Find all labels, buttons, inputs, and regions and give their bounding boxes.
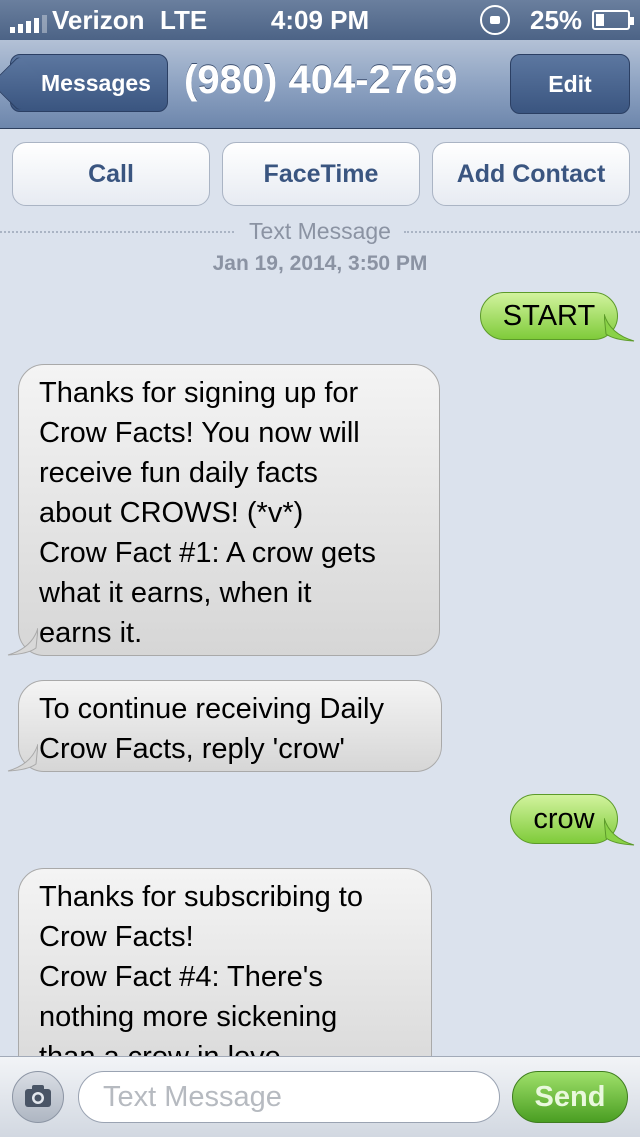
camera-icon — [25, 1085, 51, 1107]
message-line: what it earns, when it — [39, 577, 312, 609]
message-line: about CROWS! (*v*) — [39, 497, 304, 529]
incoming-message[interactable]: To continue receiving Daily Crow Facts, … — [18, 680, 442, 772]
send-button[interactable]: Send — [512, 1071, 628, 1123]
battery-icon — [592, 10, 634, 30]
messages-back-button[interactable]: Messages — [10, 54, 168, 112]
incoming-bubble-tail — [7, 744, 38, 772]
status-bar: Verizon LTE 4:09 PM 25% — [0, 0, 640, 40]
conversation-title: (980) 404-2769 — [184, 58, 458, 102]
back-button-label: Messages — [41, 69, 151, 96]
message-text: START — [502, 300, 596, 332]
call-button[interactable]: Call — [12, 142, 210, 206]
outgoing-bubble-tail — [604, 818, 635, 846]
message-line: To continue receiving Daily — [39, 693, 384, 725]
message-line: nothing more sickening — [39, 1001, 338, 1033]
battery-percentage: 25% — [530, 5, 583, 35]
message-line: Thanks for subscribing to — [39, 881, 363, 913]
outgoing-bubble-tail — [604, 314, 635, 342]
message-line: receive fun daily facts — [39, 457, 318, 489]
outgoing-message[interactable]: START — [480, 292, 618, 340]
navigation-bar: Messages (980) 404-2769 Edit — [0, 40, 640, 129]
rotation-lock-icon — [480, 5, 510, 35]
message-text: crow — [533, 803, 595, 835]
thread-date: Jan 19, 2014, 3:50 PM — [212, 252, 428, 275]
message-line: Crow Fact #4: There's — [39, 961, 323, 993]
camera-button[interactable] — [12, 1071, 64, 1123]
edit-button[interactable]: Edit — [510, 54, 630, 114]
message-input[interactable] — [78, 1071, 500, 1123]
facetime-button[interactable]: FaceTime — [222, 142, 420, 206]
message-line: Crow Facts, reply 'crow' — [39, 733, 345, 765]
outgoing-message[interactable]: crow — [510, 794, 618, 844]
thread-type-label: Text Message — [249, 218, 391, 244]
add-contact-button[interactable]: Add Contact — [432, 142, 630, 206]
incoming-bubble-tail — [7, 628, 38, 656]
message-line: Crow Facts! You now will — [39, 417, 360, 449]
message-line: earns it. — [39, 617, 143, 649]
message-line: Thanks for signing up for — [39, 377, 359, 409]
incoming-message[interactable]: Thanks for signing up for Crow Facts! Yo… — [18, 364, 440, 656]
message-line: Crow Facts! — [39, 921, 194, 953]
message-line: Crow Fact #1: A crow gets — [39, 537, 376, 569]
message-composer: Send — [0, 1056, 640, 1137]
